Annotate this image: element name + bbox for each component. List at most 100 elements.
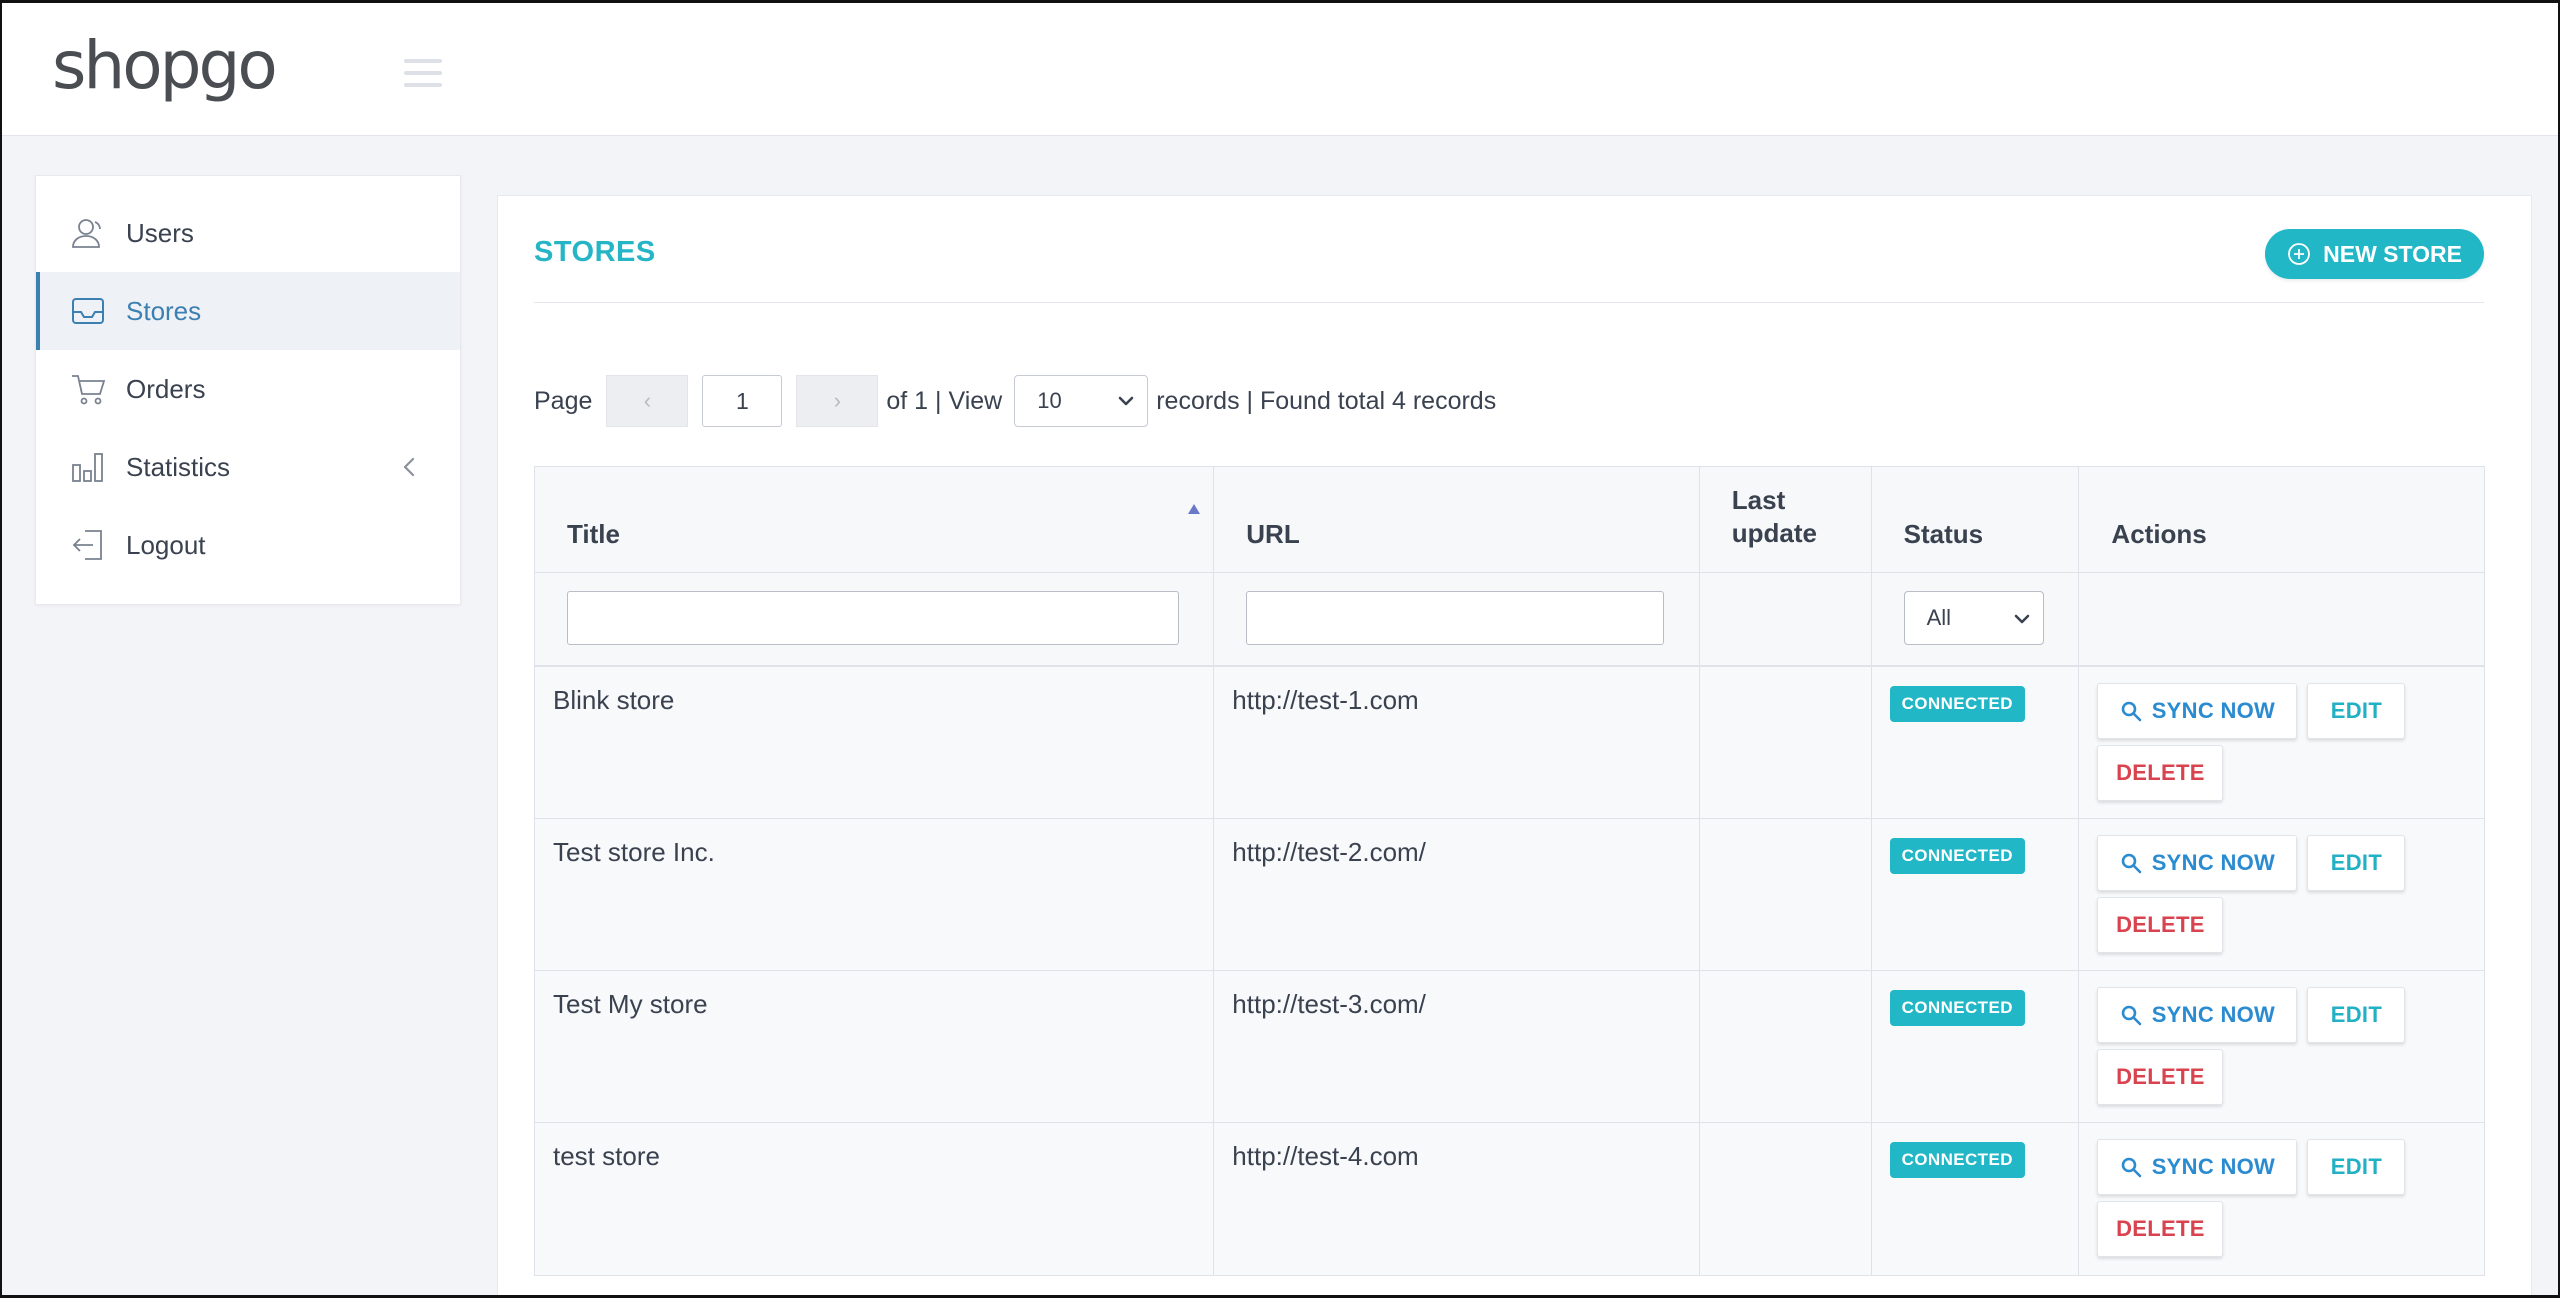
store-url: http://test-4.com [1214, 1123, 1700, 1275]
delete-button[interactable]: DELETE [2097, 1201, 2224, 1257]
edit-label: EDIT [2330, 1154, 2383, 1179]
store-url: http://test-3.com/ [1214, 971, 1700, 1122]
sync-now-button[interactable]: SYNC NOW [2097, 683, 2298, 739]
store-last-update [1700, 1123, 1872, 1275]
search-icon [2121, 1157, 2142, 1178]
sidebar-item-orders[interactable]: Orders [36, 350, 460, 428]
sidebar-item-statistics[interactable]: Statistics [36, 428, 460, 506]
status-badge: CONNECTED [1889, 1142, 2025, 1178]
store-title: Blink store [535, 667, 1215, 818]
next-page-button[interactable]: › [796, 375, 879, 427]
chevron-left-icon: ‹ [643, 388, 652, 413]
sync-now-label: SYNC NOW [2151, 1002, 2276, 1027]
store-last-update [1700, 819, 1872, 970]
sidebar-item-users[interactable]: Users [36, 194, 460, 272]
table-filter-row: All [535, 573, 2484, 667]
table-row: Blink store http://test-1.com CONNECTED … [535, 667, 2484, 819]
table-row: test store http://test-4.com CONNECTED S… [535, 1123, 2484, 1275]
sort-ascending-icon [1188, 504, 1201, 514]
chevron-left-icon[interactable] [398, 454, 420, 480]
table-header-row: Title URL Last update Status Actions [535, 467, 2484, 573]
store-last-update [1700, 971, 1872, 1122]
store-title: test store [535, 1123, 1215, 1275]
search-icon [2121, 853, 2142, 874]
panel-header: STORES NEW STORE [534, 196, 2484, 303]
pagination-bar: Page ‹ › of 1 | View 10 records | Found … [534, 374, 1496, 428]
store-url: http://test-1.com [1214, 667, 1700, 818]
plus-circle-icon [2288, 243, 2311, 265]
chevron-right-icon: › [833, 388, 842, 413]
sync-now-button[interactable]: SYNC NOW [2097, 835, 2298, 891]
page-title: STORES [534, 236, 656, 268]
table-row: Test store Inc. http://test-2.com/ CONNE… [535, 819, 2484, 971]
column-header-actions: Actions [2079, 467, 2484, 572]
logout-icon [70, 527, 106, 563]
sidebar-item-logout[interactable]: Logout [36, 506, 460, 584]
stores-table: Title URL Last update Status Actions All… [534, 466, 2485, 1276]
prev-page-button[interactable]: ‹ [606, 375, 689, 427]
per-page-value: 10 [1037, 388, 1062, 413]
table-row: Test My store http://test-3.com/ CONNECT… [535, 971, 2484, 1123]
per-page-select[interactable]: 10 [1014, 375, 1149, 427]
sync-now-button[interactable]: SYNC NOW [2097, 1139, 2298, 1195]
store-title: Test store Inc. [535, 819, 1215, 970]
delete-button[interactable]: DELETE [2097, 897, 2224, 953]
sync-now-label: SYNC NOW [2151, 698, 2276, 723]
bar-chart-icon [70, 449, 106, 485]
store-url: http://test-2.com/ [1214, 819, 1700, 970]
title-filter-input[interactable] [567, 591, 1179, 645]
delete-button[interactable]: DELETE [2097, 1049, 2224, 1105]
page-label: Page [534, 386, 593, 415]
search-icon [2121, 1005, 2142, 1026]
edit-label: EDIT [2330, 850, 2383, 875]
page-total-label: of 1 | View [886, 386, 1003, 415]
edit-button[interactable]: EDIT [2307, 1139, 2406, 1195]
chevron-down-icon [2014, 614, 2029, 624]
column-header-title[interactable]: Title [535, 467, 1215, 572]
column-status-label: Status [1903, 519, 1984, 549]
column-header-last-update[interactable]: Last update [1700, 467, 1872, 572]
sidebar-item-label: Statistics [126, 451, 231, 482]
new-store-label: NEW STORE [2323, 240, 2462, 267]
status-filter-value: All [1926, 605, 1952, 630]
delete-label: DELETE [2116, 1064, 2205, 1089]
delete-label: DELETE [2116, 1216, 2205, 1241]
delete-label: DELETE [2116, 760, 2205, 785]
sync-now-button[interactable]: SYNC NOW [2097, 987, 2298, 1043]
edit-button[interactable]: EDIT [2307, 987, 2406, 1043]
store-last-update [1700, 667, 1872, 818]
column-header-url[interactable]: URL [1214, 467, 1700, 572]
sidebar-item-label: Orders [126, 373, 206, 404]
column-last-update-label: Last update [1731, 485, 1818, 548]
edit-button[interactable]: EDIT [2307, 683, 2406, 739]
new-store-button[interactable]: NEW STORE [2265, 229, 2484, 279]
menu-toggle-icon[interactable] [404, 59, 444, 87]
search-icon [2121, 701, 2142, 722]
sync-now-label: SYNC NOW [2151, 1154, 2276, 1179]
sidebar-item-label: Logout [126, 529, 206, 560]
shopgo-logo[interactable]: shopgo [52, 25, 278, 105]
edit-label: EDIT [2330, 1002, 2383, 1027]
status-badge: CONNECTED [1889, 686, 2025, 722]
sidebar-item-stores[interactable]: Stores [36, 272, 460, 350]
edit-label: EDIT [2330, 698, 2383, 723]
column-header-status[interactable]: Status [1872, 467, 2080, 572]
status-filter-select[interactable]: All [1903, 591, 2044, 645]
delete-button[interactable]: DELETE [2097, 745, 2224, 801]
inbox-icon [70, 293, 106, 329]
column-actions-label: Actions [2111, 519, 2207, 549]
column-title-label: Title [567, 519, 620, 549]
delete-label: DELETE [2116, 912, 2205, 937]
chevron-down-icon [1118, 396, 1134, 406]
sidebar-item-label: Users [126, 217, 194, 248]
logo-text: shopgo [52, 26, 278, 104]
page-number-input[interactable] [702, 375, 783, 427]
records-summary: records | Found total 4 records [1156, 386, 1497, 415]
cart-icon [70, 371, 106, 407]
users-icon [70, 215, 106, 251]
app-window: shopgo Users Stores Orders Statistics Lo… [0, 0, 2560, 1298]
url-filter-input[interactable] [1246, 591, 1665, 645]
status-badge: CONNECTED [1889, 990, 2025, 1026]
edit-button[interactable]: EDIT [2307, 835, 2406, 891]
sidebar: Users Stores Orders Statistics Logout [35, 175, 461, 605]
